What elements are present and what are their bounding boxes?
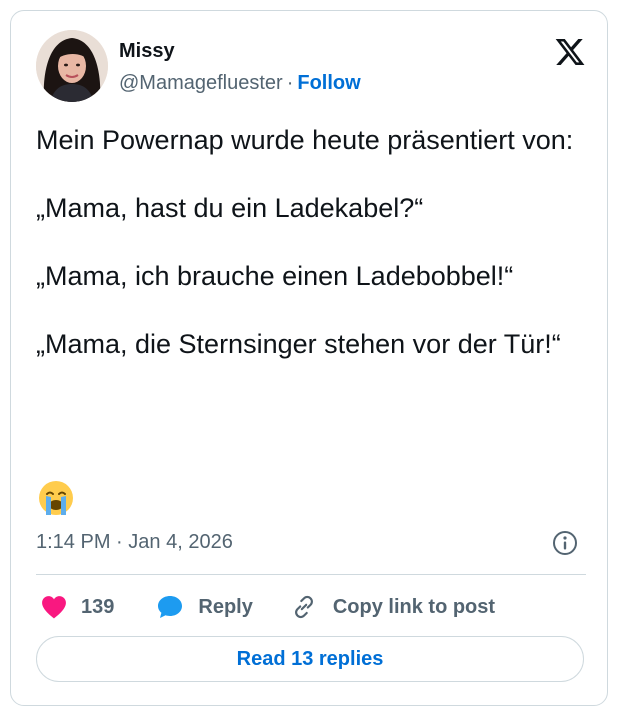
- loudly-crying-face-icon: [39, 481, 73, 515]
- heart-icon: [42, 596, 66, 619]
- like-button[interactable]: 139: [41, 595, 114, 619]
- tweet-text: Mein Powernap wurde heute präsentiert vo…: [36, 123, 586, 361]
- copy-link-button[interactable]: Copy link to post: [289, 594, 495, 620]
- follow-button[interactable]: Follow: [297, 72, 360, 94]
- divider: [36, 574, 586, 575]
- separator-dot: ·: [286, 72, 294, 94]
- tweet-card: Missy @Mamagefluester · Follow Mein Powern…: [10, 10, 608, 706]
- action-bar: 139 Reply Copy link to post: [41, 589, 586, 625]
- info-icon[interactable]: [551, 529, 579, 557]
- copy-link-label: Copy link to post: [332, 595, 496, 618]
- tweet-line: „Mama, die Sternsinger stehen vor der Tü…: [36, 329, 561, 359]
- tweet-header: Missy @Mamagefluester · Follow: [36, 30, 586, 106]
- tweet-date: Jan 4, 2026: [128, 531, 233, 553]
- avatar[interactable]: [36, 30, 108, 102]
- tweet-line: Mein Powernap wurde heute präsentiert vo…: [36, 125, 574, 155]
- author-handle[interactable]: @Mamagefluester: [119, 72, 283, 94]
- separator-dot: ·: [116, 531, 123, 553]
- link-icon: [294, 595, 313, 619]
- read-replies-button[interactable]: Read 13 replies: [36, 636, 584, 682]
- x-logo-icon[interactable]: [554, 36, 586, 68]
- author-name[interactable]: Missy: [119, 40, 175, 63]
- author-handle-row: @Mamagefluester · Follow: [119, 72, 361, 95]
- reply-bubble-icon: [158, 596, 183, 618]
- reply-button[interactable]: Reply: [156, 594, 253, 620]
- tweet-time: 1:14 PM: [36, 531, 111, 553]
- tweet-line: „Mama, hast du ein Ladekabel?“: [36, 193, 424, 223]
- tweet-timestamp[interactable]: 1:14 PM · Jan 4, 2026: [36, 531, 233, 554]
- like-count: 139: [81, 595, 115, 618]
- tweet-line: „Mama, ich brauche einen Ladebobbel!“: [36, 261, 514, 291]
- reply-label: Reply: [198, 595, 253, 618]
